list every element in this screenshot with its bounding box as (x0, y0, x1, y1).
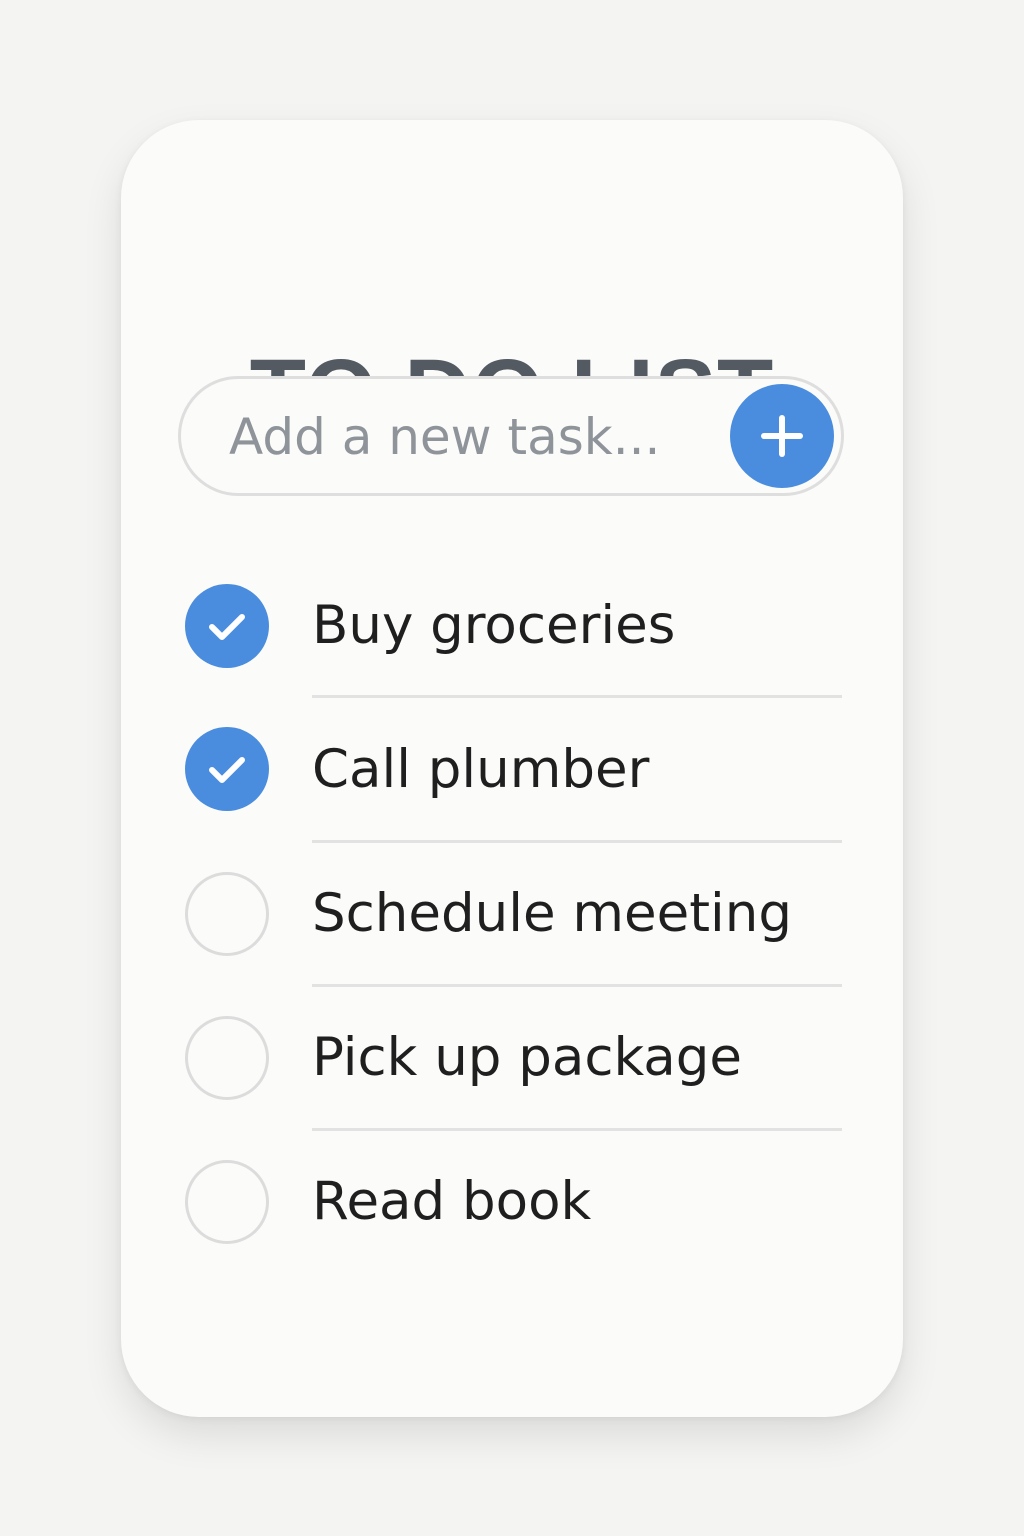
todo-card: TO DO LIST Buy groceries Call p (121, 120, 903, 1417)
task-checkbox[interactable] (185, 1160, 269, 1244)
task-item: Schedule meeting (121, 840, 903, 987)
task-checkbox[interactable] (185, 1016, 269, 1100)
task-checkbox[interactable] (185, 727, 269, 811)
new-task-input[interactable] (229, 403, 709, 471)
task-item: Buy groceries (121, 552, 903, 698)
task-item: Call plumber (121, 696, 903, 843)
task-label: Pick up package (312, 1027, 743, 1088)
checkmark-icon (209, 757, 245, 783)
task-label: Schedule meeting (312, 883, 792, 944)
task-item: Read book (121, 1128, 903, 1272)
task-label: Read book (312, 1171, 592, 1232)
plus-icon (761, 415, 803, 457)
task-item: Pick up package (121, 984, 903, 1131)
task-checkbox[interactable] (185, 872, 269, 956)
task-label: Call plumber (312, 739, 650, 800)
task-label: Buy groceries (312, 595, 676, 656)
task-checkbox[interactable] (185, 584, 269, 668)
checkmark-icon (209, 614, 245, 640)
add-task-button[interactable] (730, 384, 834, 488)
